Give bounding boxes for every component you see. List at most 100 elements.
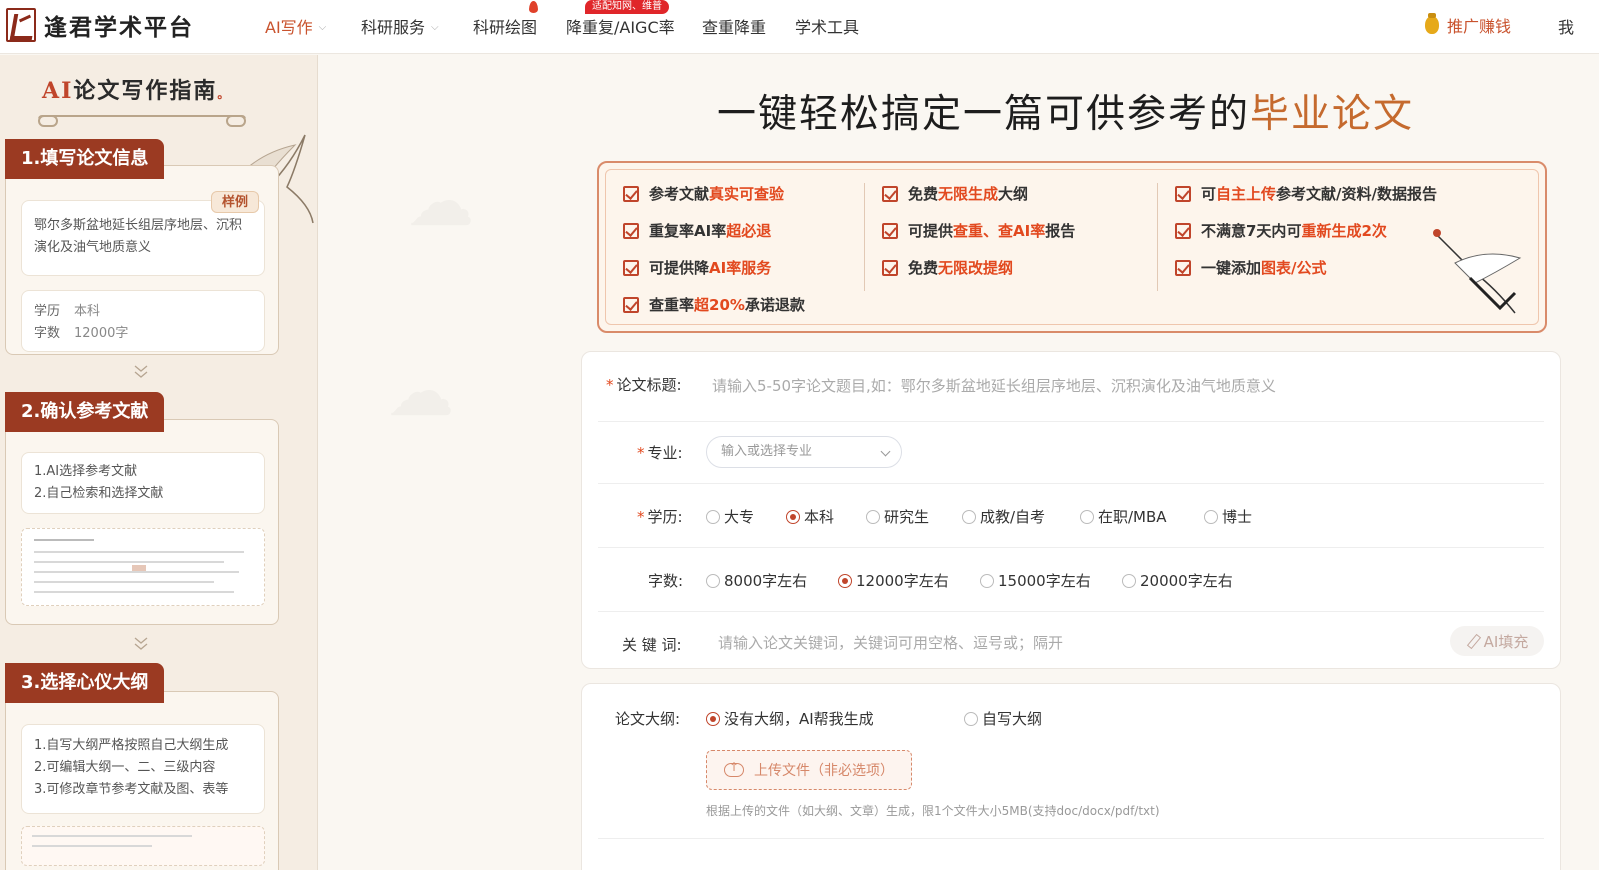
outline-step-line: 2.可编辑大纲一、二、三级内容 [34, 760, 216, 775]
degree-option-label: 在职/MBA [1098, 508, 1167, 526]
guide-step-2-tag: 2.确认参考文献 [5, 392, 165, 432]
nav-plagiarism-check[interactable]: 查重降重 [702, 14, 766, 38]
benefit-text: 参考文献/资料/数据报告 [1276, 185, 1437, 203]
brand-logo[interactable]: 逢君学术平台 [6, 8, 194, 42]
words-row: 字数: 8000字左右 12000字左右 15000字左右 20000字左右 [598, 548, 1544, 612]
upload-file-label: 上传文件（非必选项） [754, 763, 894, 779]
major-select[interactable]: 输入或选择专业 [706, 436, 902, 468]
pen-icon [1466, 634, 1480, 648]
keywords-input[interactable]: 请输入论文关键词，关键词可用空格、逗号或；隔开 [718, 632, 1063, 653]
benefit-text: 承诺退款 [744, 296, 805, 314]
title-label: * 论文标题: [606, 374, 682, 395]
nav-research-drawing-label: 科研绘图 [473, 18, 538, 37]
checkbox-icon [623, 296, 639, 313]
guide-step-3-tag: 3.选择心仪大纲 [5, 663, 165, 703]
nav-reduce-aigc[interactable]: 降重复/AIGC率 [566, 14, 675, 38]
nav-ai-writing[interactable]: AI写作 ⌵ [265, 14, 326, 38]
nav-research-services[interactable]: 科研服务 ⌵ [361, 14, 439, 38]
benefits-divider [864, 183, 865, 291]
words-option-label: 12000字左右 [856, 572, 949, 590]
writing-guide-panel: AI论文写作指南。 样例 鄂尔多斯盆地延长组层序地层、沉积演化及油气地质意义 学… [0, 55, 318, 870]
sample-meta-card: 学历 本科 字数 12000字 [21, 290, 265, 352]
words-option-8000[interactable]: 8000字左右 [706, 570, 807, 591]
benefit-highlight: 自主上传 [1216, 185, 1277, 203]
nav-user-cut[interactable]: 我 [1558, 14, 1574, 38]
words-option-label: 15000字左右 [998, 572, 1091, 590]
checkbox-icon [1175, 185, 1191, 202]
degree-option-junior-college[interactable]: 大专 [706, 506, 754, 527]
degree-option-bachelor[interactable]: 本科 [786, 506, 834, 527]
degree-label-text: 学历: [647, 508, 683, 526]
degree-option-mba[interactable]: 在职/MBA [1080, 506, 1167, 527]
divider [598, 838, 1544, 839]
outline-steps-card: 1.自写大纲严格按照自己大纲生成 2.可编辑大纲一、二、三级内容 3.可修改章节… [21, 724, 265, 814]
degree-label: * 学历: [637, 506, 683, 527]
words-option-12000[interactable]: 12000字左右 [838, 570, 949, 591]
benefit-highlight: 超必退 [726, 222, 772, 240]
title-row: * 论文标题: 请输入5-50字论文题目,如：鄂尔多斯盆地延长组层序地层、沉积演化… [598, 352, 1544, 422]
checkbox-icon [882, 259, 898, 276]
major-label-text: 专业: [647, 444, 683, 462]
degree-option-label: 大专 [724, 508, 755, 526]
benefit-text: 免费 [908, 259, 939, 277]
benefit-highlight: 无限改提纲 [938, 259, 1014, 277]
benefits-panel: 参考文献 真实可查验 免费 无限生成 大纲 可自主上传 参考文献/资料/数据报告 重复率… [597, 161, 1547, 333]
benefit-highlight: 查重、查AI率 [953, 222, 1046, 240]
words-option-20000[interactable]: 20000字左右 [1122, 570, 1233, 591]
guide-title-ai: AI [42, 78, 74, 104]
radio-checked-icon [706, 711, 720, 726]
nav-research-services-label: 科研服务 [361, 18, 426, 37]
outline-option-ai-generate[interactable]: 没有大纲，AI帮我生成 [706, 708, 874, 729]
brand-name: 逢君学术平台 [44, 14, 194, 41]
ai-fill-button[interactable]: AI填充 [1450, 626, 1544, 656]
flame-icon [529, 1, 538, 13]
chevron-down-icon: ⌵ [431, 21, 439, 33]
benefit-item: 免费 无限改提纲 [882, 257, 1013, 278]
guide-step-3-card: 1.自写大纲严格按照自己大纲生成 2.可编辑大纲一、二、三级内容 3.可修改章节… [5, 691, 279, 870]
nav-reduce-aigc-label: 降重复/AIGC率 [566, 18, 675, 37]
checkbox-icon [882, 185, 898, 202]
degree-option-phd[interactable]: 博士 [1204, 506, 1252, 527]
page-headline: 一键轻松搞定一篇可供参考的毕业论文 [717, 83, 1414, 139]
sample-topic-text: 鄂尔多斯盆地延长组层序地层、沉积演化及油气地质意义 [34, 218, 243, 255]
nav-ai-writing-label: AI写作 [265, 18, 313, 37]
sample-topic-card: 样例 鄂尔多斯盆地延长组层序地层、沉积演化及油气地质意义 [21, 191, 265, 276]
logo-icon [6, 8, 36, 42]
promote-link[interactable]: 推广赚钱 [1425, 13, 1511, 37]
benefit-item: 可提供降 AI率服务 [623, 257, 771, 278]
checkbox-icon [623, 259, 639, 276]
radio-icon [962, 509, 976, 524]
reference-steps-card: 1.AI选择参考文献 2.自己检索和选择文献 [21, 452, 265, 514]
benefit-item: 参考文献 真实可查验 [623, 183, 784, 204]
benefit-item: 重复率AI率 超必退 [623, 220, 771, 241]
benefit-text: 参考文献 [649, 185, 710, 203]
degree-option-graduate[interactable]: 研究生 [866, 506, 929, 527]
words-option-15000[interactable]: 15000字左右 [980, 570, 1091, 591]
required-mark: * [606, 376, 614, 394]
upload-file-button[interactable]: 上传文件（非必选项） [706, 750, 912, 790]
double-chevron-down-icon [134, 365, 148, 378]
reference-screenshot-thumb [21, 528, 265, 606]
sample-words-value: 12000字 [74, 326, 129, 341]
outline-option-label: 没有大纲，AI帮我生成 [724, 710, 874, 728]
nav-academic-tools[interactable]: 学术工具 [795, 14, 859, 38]
sample-badge: 样例 [210, 191, 259, 213]
benefit-highlight: 重新生成2次 [1301, 222, 1387, 240]
benefits-divider [1157, 183, 1158, 291]
promote-label: 推广赚钱 [1447, 17, 1512, 36]
radio-checked-icon [786, 509, 800, 524]
title-input[interactable]: 请输入5-50字论文题目,如：鄂尔多斯盆地延长组层序地层、沉积演化及油气地质意义 [712, 375, 1276, 396]
major-label: * 专业: [637, 442, 683, 463]
outline-option-label: 自写大纲 [982, 710, 1043, 728]
nav-research-drawing[interactable]: 科研绘图 [473, 1, 538, 38]
benefit-highlight: 图表/公式 [1261, 259, 1327, 277]
degree-row: * 学历: 大专 本科 研究生 成教/自考 在职/MBA 博士 [598, 484, 1544, 548]
double-chevron-down-icon [134, 637, 148, 650]
degree-option-adult-edu[interactable]: 成教/自考 [962, 506, 1045, 527]
nav-plagiarism-check-label: 查重降重 [702, 18, 767, 37]
outline-option-self-write[interactable]: 自写大纲 [964, 708, 1042, 729]
radio-icon [866, 509, 880, 524]
radio-icon [1122, 573, 1136, 588]
words-option-label: 8000字左右 [724, 572, 808, 590]
radio-icon [706, 573, 720, 588]
